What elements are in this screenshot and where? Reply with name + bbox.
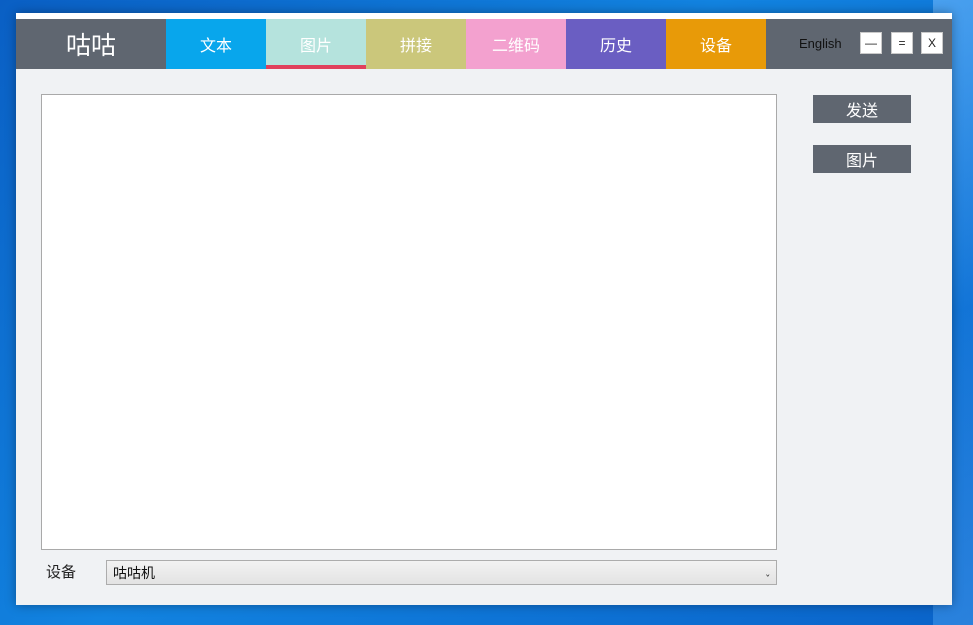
active-tab-indicator bbox=[266, 65, 366, 69]
tab-qrcode[interactable]: 二维码 bbox=[466, 19, 566, 69]
chevron-down-icon: ˆ bbox=[764, 565, 771, 578]
tab-label: 设备 bbox=[699, 36, 732, 55]
tab-bar: 文本 图片 拼接 二维码 历史 设备 bbox=[166, 19, 766, 69]
language-toggle[interactable]: English bbox=[799, 19, 842, 69]
app-window: 咕咕 文本 图片 拼接 二维码 历史 设备 English — = X 发送 图… bbox=[16, 13, 952, 605]
image-preview-area[interactable] bbox=[41, 94, 777, 550]
tab-label: 拼接 bbox=[399, 36, 432, 55]
tab-splice[interactable]: 拼接 bbox=[366, 19, 466, 69]
tab-label: 二维码 bbox=[491, 36, 540, 55]
header-bar: 咕咕 文本 图片 拼接 二维码 历史 设备 English — = X bbox=[16, 19, 952, 69]
minimize-button[interactable]: — bbox=[860, 32, 882, 54]
tab-image[interactable]: 图片 bbox=[266, 19, 366, 69]
tab-history[interactable]: 历史 bbox=[566, 19, 666, 69]
image-button[interactable]: 图片 bbox=[813, 145, 911, 173]
device-select[interactable]: 咕咕机 ˆ bbox=[106, 560, 777, 585]
device-select-value: 咕咕机 bbox=[113, 565, 155, 582]
tab-label: 文本 bbox=[199, 36, 232, 55]
maximize-button[interactable]: = bbox=[891, 32, 913, 54]
app-logo: 咕咕 bbox=[65, 31, 116, 60]
tab-label: 历史 bbox=[599, 36, 632, 55]
tab-text[interactable]: 文本 bbox=[166, 19, 266, 69]
device-label: 设备 bbox=[46, 563, 77, 581]
close-button[interactable]: X bbox=[921, 32, 943, 54]
tab-device[interactable]: 设备 bbox=[666, 19, 766, 69]
tab-label: 图片 bbox=[299, 36, 332, 55]
send-button[interactable]: 发送 bbox=[813, 95, 911, 123]
